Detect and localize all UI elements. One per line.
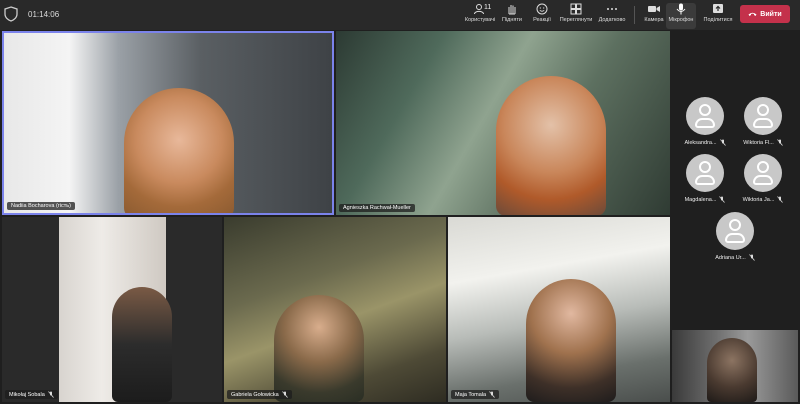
avatar [686, 154, 724, 192]
mic-off-icon [776, 139, 783, 146]
mic-off-icon [281, 391, 288, 398]
side-participant-nametag: Magdalena... [675, 196, 735, 203]
mic-off-icon [777, 196, 784, 203]
raise-hand-label: Підняти [502, 17, 522, 23]
mic-off-icon [719, 139, 726, 146]
participant-name: Adriana Ur... [715, 254, 746, 261]
participant-nametag: Mikołaj Sobala [5, 390, 58, 399]
hang-up-icon [748, 12, 757, 16]
participant-name: Agnieszka Rachwał-Mueller [343, 205, 411, 211]
self-video [707, 338, 757, 402]
video-tile[interactable]: Maja Tomala [448, 217, 670, 402]
video-tile[interactable]: Agnieszka Rachwał-Mueller [336, 31, 670, 215]
side-participant[interactable]: Magdalena... [675, 154, 735, 203]
reactions-button[interactable]: Реакції [524, 3, 560, 29]
side-participant-nametag: Wiktoria Fl... [733, 139, 793, 146]
participant-figure [112, 287, 172, 402]
participant-name: Maja Tomala [455, 391, 487, 398]
avatar [744, 97, 782, 135]
avatar [716, 212, 754, 250]
view-button[interactable]: Переглянути [558, 3, 594, 29]
more-icon [607, 8, 617, 10]
side-participant-nametag: Aleksandra... [675, 139, 735, 146]
more-label: Додатково [598, 17, 626, 23]
side-participant-nametag: Wiktoria Ja... [733, 196, 793, 203]
mic-off-icon [748, 254, 755, 261]
participants-button[interactable]: 11 Користувачі [462, 3, 498, 29]
leave-label: Вийти [760, 10, 782, 18]
side-participant[interactable]: Wiktoria Fl... [733, 97, 793, 146]
video-tile[interactable]: Gabriela Gołowicka [224, 217, 446, 402]
avatar [686, 97, 724, 135]
self-view[interactable] [672, 330, 798, 402]
participant-video [526, 279, 616, 402]
share-icon [713, 4, 723, 13]
participant-name: Wiktoria Ja... [742, 196, 775, 203]
camera-icon [648, 6, 660, 12]
meeting-timer: 01:14:06 [28, 9, 60, 19]
camera-label: Камера [644, 17, 664, 23]
video-tile[interactable]: Mikołaj Sobala [2, 217, 222, 402]
share-label: Поділитися [703, 17, 733, 23]
participant-name: Nadiia Bocharova (гість) [11, 203, 71, 209]
reactions-label: Реакції [533, 17, 551, 23]
video-tile-active-speaker[interactable]: Nadiia Bocharova (гість) [2, 31, 334, 215]
leave-button[interactable]: Вийти [740, 5, 790, 23]
share-button[interactable]: Поділитися [700, 3, 736, 29]
side-participant[interactable]: Aleksandra... [675, 97, 735, 146]
view-label: Переглянути [559, 17, 593, 23]
grid-icon [570, 3, 582, 15]
participant-name: Magdalena... [684, 196, 717, 203]
microphone-icon [676, 3, 686, 15]
meeting-info: 01:14:06 [4, 6, 59, 22]
participant-nametag: Agnieszka Rachwał-Mueller [339, 204, 415, 212]
participants-count: 11 [484, 4, 492, 11]
participant-nametag: Gabriela Gołowicka [227, 390, 292, 399]
participant-nametag: Nadiia Bocharova (гість) [7, 202, 75, 210]
microphone-label: Мікрофон [668, 17, 694, 23]
hand-icon [508, 5, 516, 15]
mic-off-icon [719, 196, 726, 203]
participant-name: Mikołaj Sobala [9, 391, 45, 398]
participant-name: Gabriela Gołowicka [231, 391, 279, 398]
participant-video [124, 88, 234, 213]
smiley-icon [536, 3, 548, 15]
side-participant-nametag: Adriana Ur... [705, 254, 765, 261]
mic-off-icon [47, 391, 54, 398]
participant-nametag: Maja Tomala [451, 390, 500, 399]
participant-video [274, 295, 364, 402]
microphone-button[interactable]: Мікрофон [666, 3, 696, 29]
mic-off-icon [489, 391, 495, 398]
shield-icon [4, 6, 18, 22]
participant-name: Wiktoria Fl... [743, 139, 774, 146]
toolbar-divider [634, 6, 635, 24]
participants-label: Користувачі [464, 17, 496, 23]
side-participant[interactable]: Wiktoria Ja... [733, 154, 793, 203]
avatar [744, 154, 782, 192]
participant-name: Aleksandra... [684, 139, 717, 146]
side-participant[interactable]: Adriana Ur... [705, 212, 765, 261]
more-button[interactable]: Додатково [594, 3, 630, 29]
meeting-toolbar: 01:14:06 11 Користувачі Підняти Реакції … [0, 0, 800, 30]
participant-video [496, 76, 606, 215]
